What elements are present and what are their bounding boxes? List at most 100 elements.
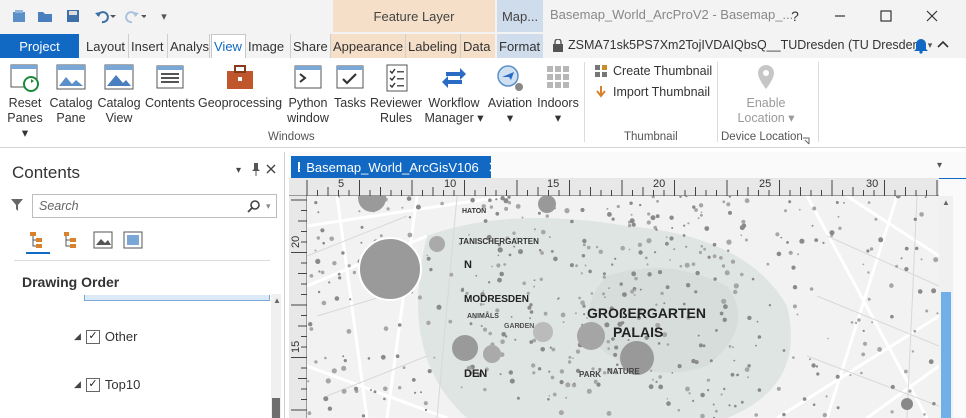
pin-icon[interactable] <box>251 162 261 176</box>
tab-labeling[interactable]: Labeling <box>406 34 461 58</box>
tab-data[interactable]: Data <box>461 34 495 58</box>
import-thumbnail-button[interactable]: Import Thumbnail <box>594 85 710 99</box>
collapse-ribbon-icon[interactable] <box>936 38 950 52</box>
indoors-button[interactable]: Indoors ▾ <box>536 62 580 126</box>
point-feature <box>712 403 715 406</box>
point-feature <box>691 262 696 266</box>
point-feature <box>691 358 696 364</box>
ribbon: Reset Panes ▾ Catalog Pane Catalog View … <box>0 58 966 148</box>
point-feature <box>407 232 413 238</box>
python-window-button[interactable]: Python window <box>286 62 330 126</box>
tab-project[interactable]: Project <box>0 34 79 58</box>
point-feature <box>822 241 825 244</box>
close-pane-icon[interactable] <box>266 163 276 174</box>
tab-share[interactable]: Share <box>291 34 331 58</box>
list-by-drawing-order-icon[interactable] <box>28 230 48 250</box>
catalog-view-button[interactable]: Catalog View <box>96 62 142 126</box>
point-feature <box>657 270 663 275</box>
contents-scrollbar[interactable]: ▲ <box>271 294 281 418</box>
redo-icon[interactable] <box>122 7 148 25</box>
enable-location-button[interactable]: Enable Location ▾ <box>732 62 800 126</box>
minimize-button[interactable] <box>828 4 852 28</box>
point-feature <box>496 263 501 268</box>
layer-checkbox[interactable]: ✓ <box>85 329 100 344</box>
reset-panes-button[interactable]: Reset Panes ▾ <box>4 62 46 141</box>
expand-arrow-icon[interactable]: ◢ <box>74 379 81 390</box>
indoors-icon <box>547 66 569 88</box>
close-tab-icon[interactable] <box>489 162 491 172</box>
point-feature <box>314 360 318 364</box>
user-account[interactable]: ZSMA71sk5PS7Xm2TojIVDAIQbsQ__TUDresden (… <box>552 38 932 52</box>
reviewer-rules-button[interactable]: Reviewer Rules <box>370 62 422 126</box>
save-project-icon[interactable] <box>64 7 82 25</box>
tab-insert[interactable]: Insert <box>129 34 168 58</box>
scroll-up-icon[interactable]: ▲ <box>273 296 281 305</box>
point-feature <box>788 250 793 255</box>
map-view-tab[interactable]: Basemap_World_ArcGisV106 <box>291 156 491 178</box>
tab-view[interactable]: View <box>211 34 246 58</box>
scroll-thumb[interactable] <box>272 398 280 418</box>
new-project-icon[interactable] <box>10 7 28 25</box>
point-feature <box>606 411 612 416</box>
layer-row-top10[interactable]: ◢ ✓ Top10 <box>74 377 140 392</box>
point-feature <box>904 246 909 251</box>
list-by-selection-icon[interactable] <box>92 230 114 250</box>
tab-analysis[interactable]: Analys <box>168 34 210 58</box>
tab-appearance[interactable]: Appearance <box>331 34 406 58</box>
point-feature <box>604 322 610 328</box>
undo-icon[interactable] <box>92 7 118 25</box>
point-feature <box>324 356 327 360</box>
point-feature <box>575 349 581 354</box>
search-icon[interactable] <box>247 199 261 213</box>
scroll-thumb[interactable] <box>941 292 951 418</box>
point-feature <box>744 367 750 372</box>
search-input[interactable]: Search <box>32 194 277 218</box>
layer-checkbox[interactable]: ✓ <box>85 377 100 392</box>
tab-layout[interactable]: Layout <box>84 34 129 58</box>
maximize-button[interactable] <box>874 4 898 28</box>
layer-row-other[interactable]: ◢ ✓ Other <box>74 329 137 344</box>
map-vertical-scrollbar[interactable]: ▲ <box>939 196 953 418</box>
filter-icon[interactable] <box>10 198 24 212</box>
customize-qat-icon[interactable]: ▾ <box>158 7 170 25</box>
tab-list-icon[interactable]: ▾ <box>937 160 942 171</box>
point-feature <box>550 375 555 380</box>
search-options-icon[interactable]: ▾ <box>266 201 271 212</box>
catalog-pane-button[interactable]: Catalog Pane <box>48 62 94 126</box>
create-thumbnail-button[interactable]: Create Thumbnail <box>594 64 712 78</box>
point-feature <box>878 237 884 243</box>
map-layer-row[interactable] <box>84 295 270 301</box>
point-feature <box>522 281 526 286</box>
pane-options-icon[interactable]: ▾ <box>236 165 241 176</box>
close-button[interactable] <box>920 4 944 28</box>
map-canvas[interactable]: GROßERGARTEN PALAIS N MODRESDEN DEN GARD… <box>307 196 939 418</box>
tasks-button[interactable]: Tasks <box>332 62 368 111</box>
open-project-icon[interactable] <box>36 7 54 25</box>
help-button[interactable]: ? <box>783 4 807 28</box>
tab-imagery[interactable]: Image <box>246 34 291 58</box>
point-feature <box>495 198 498 201</box>
geoprocessing-button[interactable]: Geoprocessing <box>198 62 282 111</box>
notification-icon[interactable] <box>912 36 930 54</box>
tab-format[interactable]: Format <box>497 34 543 58</box>
point-feature <box>838 226 842 230</box>
contents-button[interactable]: Contents <box>144 62 196 111</box>
expand-arrow-icon[interactable]: ◢ <box>74 331 81 342</box>
point-feature <box>397 323 402 327</box>
ruler-ticks <box>291 199 307 411</box>
point-feature <box>904 369 908 374</box>
point-feature <box>518 249 523 255</box>
dialog-launcher-icon[interactable] <box>802 134 810 145</box>
list-by-editing-icon[interactable] <box>122 230 144 250</box>
list-by-data-source-icon[interactable] <box>60 230 80 250</box>
aviation-button[interactable]: Aviation ▾ <box>486 62 534 126</box>
point-feature <box>552 392 557 397</box>
point-feature <box>814 238 819 242</box>
point-feature <box>347 264 351 268</box>
scroll-up-icon[interactable]: ▲ <box>942 198 950 207</box>
workflow-manager-button[interactable]: Workflow Manager ▾ <box>424 62 484 126</box>
point-feature <box>835 374 840 379</box>
point-feature <box>658 384 664 390</box>
point-feature <box>497 254 500 257</box>
point-feature <box>543 311 548 316</box>
